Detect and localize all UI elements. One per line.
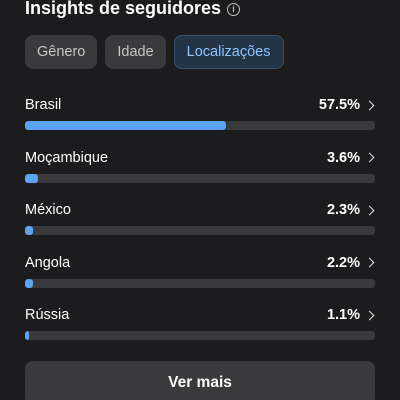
chevron-right-icon [364,310,375,320]
header: Insights de seguidores i [25,0,241,19]
chevron-right-icon [364,100,375,110]
location-name: Brasil [25,97,62,113]
location-percent: 1.1% [326,307,360,323]
see-more-button[interactable]: Ver mais [25,361,375,400]
location-percent: 2.3% [326,202,360,218]
progress-fill [25,226,34,235]
info-icon[interactable]: i [227,2,241,16]
location-name: Rússia [25,307,70,323]
location-name: México [25,202,71,218]
location-list: Brasil 57.5% Moçambique 3.6% México 2.3%… [25,96,376,359]
progress-fill [25,121,227,130]
location-row[interactable]: Moçambique 3.6% [25,149,376,202]
follower-insights-card: Insights de seguidores i Gênero Idade Lo… [0,0,400,400]
location-name: Moçambique [25,149,109,166]
progress-fill [25,173,38,183]
location-percent: 57.5% [318,97,360,113]
tab-bar: Gênero Idade Localizações [25,35,284,69]
progress-fill [25,278,33,288]
page-title: Insights de seguidores [25,0,222,18]
chevron-right-icon [364,152,375,163]
location-row[interactable]: Angola 2.2% [25,254,376,307]
progress-fill [25,331,30,340]
location-percent: 3.6% [326,149,360,166]
location-name: Angola [25,254,71,271]
chevron-right-icon [364,205,375,215]
progress-track [25,173,375,183]
location-row[interactable]: Brasil 57.5% [25,96,376,149]
progress-track [25,278,375,288]
progress-track [25,121,375,130]
progress-track [25,331,375,340]
location-row[interactable]: México 2.3% [25,201,376,254]
tab-locations[interactable]: Localizações [173,35,284,69]
chevron-right-icon [364,257,375,268]
location-percent: 2.2% [326,254,360,271]
tab-gender[interactable]: Gênero [25,35,98,69]
location-row[interactable]: Rússia 1.1% [25,306,376,359]
tab-age[interactable]: Idade [105,35,166,69]
progress-track [25,226,375,235]
